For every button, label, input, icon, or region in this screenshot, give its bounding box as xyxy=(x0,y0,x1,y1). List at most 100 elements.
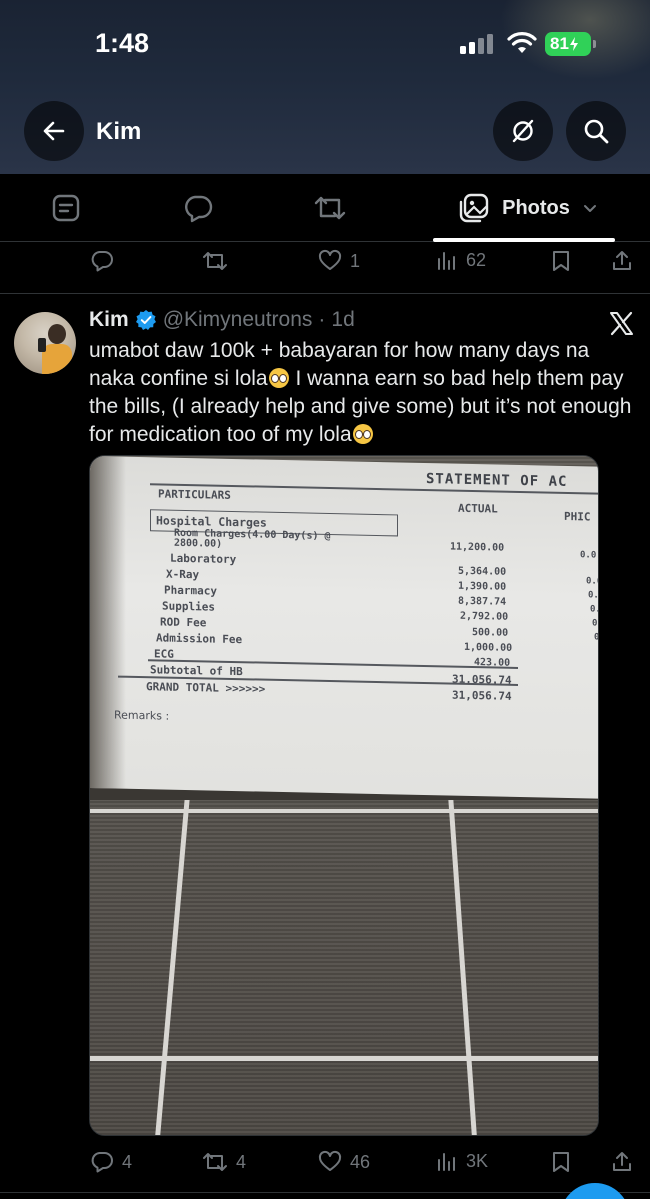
views-icon xyxy=(438,252,455,270)
bill-row-value: 2,792.00 xyxy=(460,610,509,623)
like-count: 1 xyxy=(350,250,361,271)
repost-count: 4 xyxy=(236,1151,247,1172)
search-icon xyxy=(584,119,609,144)
bill-row-label: 2800.00) xyxy=(174,537,223,550)
section-hospital-charges: Hospital Charges xyxy=(156,513,267,530)
share-icon xyxy=(613,251,631,270)
col-particulars: PARTICULARS xyxy=(158,487,231,502)
phic-value: 0. xyxy=(590,604,599,615)
x-logo-icon xyxy=(610,311,633,336)
views-button[interactable]: 62 xyxy=(436,249,486,271)
bill-row-label: Supplies xyxy=(162,599,215,614)
charging-icon xyxy=(569,37,578,51)
reply-icon xyxy=(91,251,113,272)
tweet-time[interactable]: 1d xyxy=(331,308,354,332)
bill-row-value: 11,200.00 xyxy=(450,541,505,554)
col-actual: ACTUAL xyxy=(458,501,498,516)
tab-posts[interactable] xyxy=(46,188,86,228)
tab-reposts[interactable] xyxy=(310,188,350,228)
posts-icon xyxy=(52,194,80,222)
repost-icon xyxy=(203,252,227,270)
like-button[interactable]: 46 xyxy=(318,1150,370,1174)
bill-row-value: 1,390.00 xyxy=(458,580,507,593)
heart-icon xyxy=(318,249,342,270)
reply-button[interactable] xyxy=(90,249,114,273)
tweet-divider xyxy=(0,293,650,294)
repost-icon xyxy=(203,1153,227,1171)
remarks-label: Remarks : xyxy=(114,708,170,723)
bill-row-label: Pharmacy xyxy=(164,583,217,598)
grok-icon xyxy=(512,119,534,143)
author-handle[interactable]: @Kimyneutrons xyxy=(163,308,313,332)
tab-replies[interactable] xyxy=(178,188,218,228)
grand-total-value: 31,056.74 xyxy=(452,688,512,703)
view-count: 62 xyxy=(466,249,487,270)
like-count: 46 xyxy=(350,1151,371,1172)
tweet-actions: 4 4 46 3K xyxy=(0,1144,650,1184)
tweet-text: umabot daw 100k + babayaran for how many… xyxy=(89,337,634,449)
author-name[interactable]: Kim xyxy=(89,308,129,332)
wifi-icon xyxy=(507,32,537,53)
pleading-face-emoji-icon xyxy=(352,424,373,444)
back-button[interactable] xyxy=(24,101,84,161)
bill-row-label: X-Ray xyxy=(166,567,200,582)
tweet-divider xyxy=(0,1192,650,1193)
chevron-down-icon xyxy=(583,205,596,212)
repost-icon xyxy=(314,196,346,220)
battery-indicator: 81 xyxy=(545,32,596,56)
col-phic: PHIC xyxy=(564,509,591,524)
bill-row-label: Admission Fee xyxy=(156,631,243,647)
tweet-header: Kim @Kimyneutrons · 1d xyxy=(89,308,355,332)
phic-value: 0. xyxy=(588,590,599,601)
repost-button[interactable]: 4 xyxy=(202,1150,246,1174)
hospital-bill: STATEMENT OF AC PARTICULARS ACTUAL PHIC … xyxy=(90,456,599,799)
views-button[interactable]: 3K xyxy=(436,1150,488,1172)
prev-tweet-actions: 1 62 xyxy=(0,243,650,283)
bill-row-value: 1,000.00 xyxy=(464,641,513,654)
signal-icon xyxy=(460,34,494,54)
phic-value: 0.0 xyxy=(580,550,597,561)
bill-row-value: 8,387.74 xyxy=(458,595,507,608)
photos-icon xyxy=(459,193,489,223)
phic-value: 0.0 xyxy=(586,576,599,587)
profile-tabs: Photos xyxy=(0,174,650,242)
status-time: 1:48 xyxy=(95,28,150,58)
phic-value: 0 xyxy=(594,632,599,643)
reply-bubble-icon xyxy=(185,195,213,223)
reply-icon xyxy=(91,1152,113,1173)
bill-row-value: 5,364.00 xyxy=(458,565,507,578)
arrow-left-icon xyxy=(43,121,65,141)
reply-count: 4 xyxy=(122,1151,133,1172)
bookmark-button[interactable] xyxy=(550,249,572,273)
reply-button[interactable]: 4 xyxy=(90,1150,132,1174)
battery-level: 81 xyxy=(550,34,569,53)
heart-icon xyxy=(318,1150,342,1171)
header-title: Kim xyxy=(96,118,142,145)
repost-button[interactable] xyxy=(202,249,228,273)
view-count: 3K xyxy=(466,1150,489,1171)
separator-dot: · xyxy=(318,308,326,331)
bookmark-icon xyxy=(553,251,569,271)
like-button[interactable]: 1 xyxy=(318,249,360,273)
bookmark-button[interactable] xyxy=(550,1150,572,1174)
avatar[interactable] xyxy=(14,312,76,374)
bill-row-label: Laboratory xyxy=(170,551,237,567)
compose-fab-button[interactable] xyxy=(560,1183,630,1199)
share-button[interactable] xyxy=(610,1150,634,1174)
tweet-photo[interactable]: STATEMENT OF AC PARTICULARS ACTUAL PHIC … xyxy=(89,455,599,1136)
bill-row-value: 500.00 xyxy=(472,627,509,639)
bookmark-icon xyxy=(553,1152,569,1172)
bill-row-label: ROD Fee xyxy=(160,615,207,630)
bill-heading: STATEMENT OF AC xyxy=(426,471,568,491)
tab-photos-label: Photos xyxy=(502,196,570,219)
share-button[interactable] xyxy=(610,249,634,273)
tab-photos[interactable]: Photos xyxy=(448,188,608,228)
profile-header: 1:48 81 Kim xyxy=(0,0,650,174)
search-button[interactable] xyxy=(566,101,626,161)
grand-total-label: GRAND TOTAL >>>>>> xyxy=(146,680,266,696)
phic-value: 0 xyxy=(592,618,598,629)
share-icon xyxy=(613,1152,631,1171)
active-tab-indicator xyxy=(433,238,615,242)
grok-button[interactable] xyxy=(493,101,553,161)
views-icon xyxy=(438,1153,455,1171)
